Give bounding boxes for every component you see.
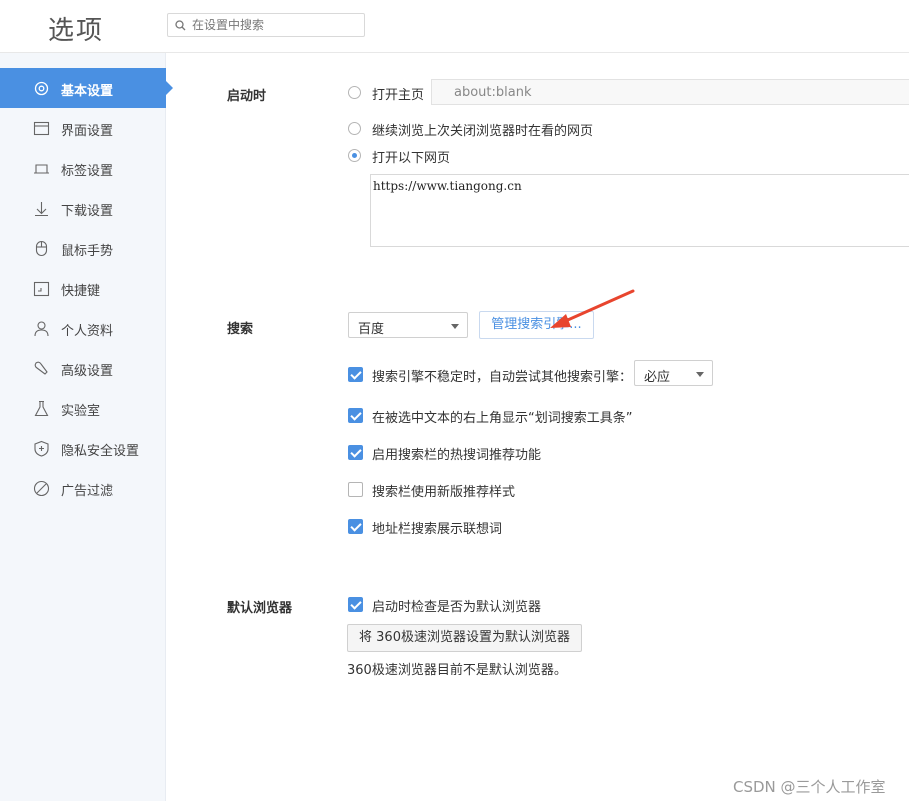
sidebar-item-label: 下载设置 (61, 204, 114, 219)
hot-search-checkbox[interactable] (348, 445, 363, 460)
window-icon (33, 121, 50, 136)
wrench-icon (34, 361, 48, 375)
startup-section-label: 启动时 (227, 89, 267, 104)
sidebar-item-advanced-settings[interactable]: 高级设置 (0, 348, 166, 388)
sidebar-item-ui-settings[interactable]: 界面设置 (0, 108, 166, 148)
sidebar-item-lab[interactable]: 实验室 (0, 388, 166, 428)
sidebar-item-download-settings[interactable]: 下载设置 (0, 188, 166, 228)
fallback-engine-select[interactable]: 必应 (634, 360, 713, 386)
header-bar: 选项 (0, 0, 909, 53)
auto-fallback-label: 搜索引擎不稳定时，自动尝试其他搜索引擎： (372, 370, 633, 385)
mouse-icon (35, 240, 48, 257)
word-search-toolbar-checkbox[interactable] (348, 408, 363, 423)
check-default-checkbox[interactable] (348, 597, 363, 612)
sidebar-item-label: 隐私安全设置 (61, 444, 140, 459)
flask-icon (34, 400, 49, 417)
search-engine-select[interactable]: 百度 (348, 312, 468, 338)
sidebar-item-label: 界面设置 (61, 124, 114, 139)
hot-search-label: 启用搜索栏的热搜词推荐功能 (372, 448, 542, 463)
new-style-label: 搜索栏使用新版推荐样式 (372, 485, 516, 500)
open-pages-radio[interactable] (348, 149, 361, 162)
page-title: 选项 (48, 16, 105, 46)
startup-pages-textarea[interactable]: https://www.tiangong.cn (370, 174, 909, 247)
new-style-checkbox[interactable] (348, 482, 363, 497)
word-search-toolbar-label: 在被选中文本的右上角显示“划词搜索工具条” (372, 411, 633, 426)
settings-icon (34, 81, 49, 96)
continue-last-radio[interactable] (348, 122, 361, 135)
address-bar-suggest-checkbox[interactable] (348, 519, 363, 534)
open-homepage-label: 打开主页 (372, 88, 425, 103)
homepage-url-field[interactable]: about:blank (431, 79, 909, 105)
check-default-label: 启动时检查是否为默认浏览器 (372, 600, 542, 615)
sidebar-item-tab-settings[interactable]: 标签设置 (0, 148, 166, 188)
block-icon (33, 480, 50, 497)
search-icon (175, 20, 186, 31)
sidebar: 基本设置 界面设置 标签设置 下载设置 鼠标手势 快捷键 个人资料 高级设置 实… (0, 53, 173, 801)
search-input[interactable] (192, 16, 357, 34)
open-homepage-radio[interactable] (348, 86, 361, 99)
user-icon (34, 321, 49, 337)
sidebar-item-label: 快捷键 (61, 284, 101, 299)
sidebar-item-label: 基本设置 (61, 84, 114, 99)
sidebar-item-basic-settings[interactable]: 基本设置 (0, 68, 173, 108)
auto-fallback-checkbox[interactable] (348, 367, 363, 382)
sidebar-item-privacy-security[interactable]: 隐私安全设置 (0, 428, 166, 468)
sidebar-item-shortcuts[interactable]: 快捷键 (0, 268, 166, 308)
sidebar-item-label: 鼠标手势 (61, 244, 114, 259)
shortcut-icon (33, 281, 50, 297)
open-pages-label: 打开以下网页 (372, 151, 451, 166)
chevron-down-icon (696, 372, 704, 377)
sidebar-item-label: 广告过滤 (61, 484, 114, 499)
sidebar-item-profile[interactable]: 个人资料 (0, 308, 166, 348)
sidebar-item-label: 实验室 (61, 404, 101, 419)
watermark: CSDN @三个人工作室 (733, 778, 886, 796)
tab-icon (34, 164, 49, 174)
sidebar-item-label: 高级设置 (61, 364, 114, 379)
set-default-browser-button[interactable]: 将 360极速浏览器设置为默认浏览器 (347, 624, 582, 652)
continue-last-label: 继续浏览上次关闭浏览器时在看的网页 (372, 124, 594, 139)
default-browser-status: 360极速浏览器目前不是默认浏览器。 (347, 663, 567, 678)
chevron-down-icon (451, 324, 459, 329)
sidebar-item-ad-filter[interactable]: 广告过滤 (0, 468, 166, 508)
fallback-engine-value: 必应 (644, 370, 671, 385)
manage-search-engines-button[interactable]: 管理搜索引擎... (479, 311, 594, 339)
download-icon (35, 202, 48, 217)
address-bar-suggest-label: 地址栏搜索展示联想词 (372, 522, 503, 537)
sidebar-item-label: 个人资料 (61, 324, 114, 339)
search-section-label: 搜索 (227, 322, 254, 337)
settings-search-box[interactable] (167, 13, 365, 37)
sidebar-item-label: 标签设置 (61, 164, 114, 179)
search-engine-value: 百度 (358, 322, 385, 337)
sidebar-item-mouse-gestures[interactable]: 鼠标手势 (0, 228, 166, 268)
default-browser-section-label: 默认浏览器 (227, 601, 293, 616)
shield-icon (34, 440, 49, 457)
